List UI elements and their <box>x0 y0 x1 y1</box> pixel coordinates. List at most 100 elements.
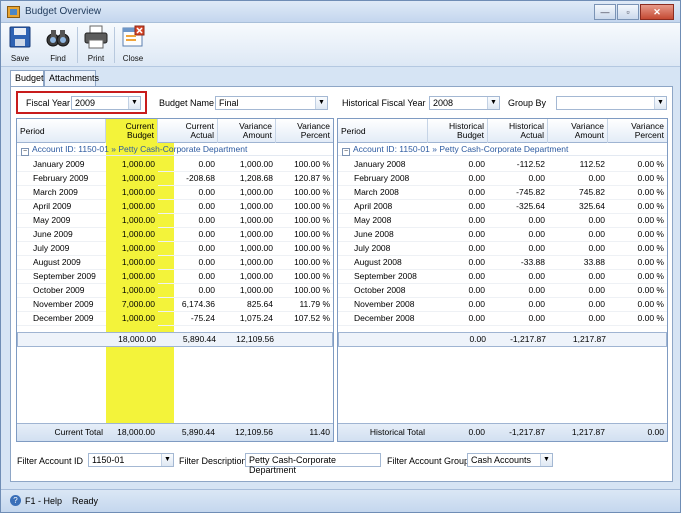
close-button[interactable]: Close <box>118 25 148 65</box>
current-budget-grid[interactable]: Period Current Budget Current Actual Varia… <box>16 118 334 442</box>
actual-cell: -75.24 <box>190 313 215 323</box>
historical-fiscal-year-select[interactable]: 2008 ▼ <box>429 96 500 110</box>
variance-percent-cell: 0.00 % <box>637 201 664 211</box>
budget-cell: 1,000.00 <box>106 158 158 172</box>
subtotal-variance: 12,109.56 <box>236 334 274 344</box>
period-cell: February 2009 <box>33 173 89 183</box>
find-button[interactable]: Find <box>43 25 73 65</box>
chevron-down-icon[interactable]: ▼ <box>540 454 552 466</box>
table-row[interactable]: May 2008 0.00 0.00 0.00 0.00 % <box>338 214 667 228</box>
variance-amount-cell: 0.00 <box>588 173 605 183</box>
subtotal-row: 18,000.00 5,890.44 12,109.56 <box>17 332 333 347</box>
table-row[interactable]: March 2009 1,000.00 0.00 1,000.00 100.00 % <box>17 186 333 200</box>
table-row[interactable]: February 2008 0.00 0.00 0.00 0.00 % <box>338 172 667 186</box>
table-row[interactable]: February 2009 1,000.00 -208.68 1,208.68 120.… <box>17 172 333 186</box>
chevron-down-icon[interactable]: ▼ <box>128 97 140 109</box>
variance-percent-cell: 0.00 % <box>637 215 664 225</box>
toolbar-separator <box>77 27 78 63</box>
maximize-button[interactable]: ▫ <box>617 4 639 20</box>
header-variance-percent[interactable]: Variance Percent <box>608 119 667 143</box>
budget-cell: 1,000.00 <box>106 284 158 298</box>
collapse-icon[interactable]: − <box>21 148 29 156</box>
historical-budget-grid[interactable]: Period Historical Budget Historical Actual… <box>337 118 668 442</box>
header-current-budget[interactable]: Current Budget <box>106 119 158 143</box>
table-row[interactable]: July 2009 1,000.00 0.00 1,000.00 100.00 % <box>17 242 333 256</box>
header-historical-actual-line2: Actual <box>520 130 544 140</box>
budget-cell: 1,000.00 <box>106 256 158 270</box>
table-row[interactable]: November 2008 0.00 0.00 0.00 0.00 % <box>338 298 667 312</box>
table-row[interactable]: January 2008 0.00 -112.52 112.52 0.00 % <box>338 158 667 172</box>
actual-cell: 0.00 <box>198 271 215 281</box>
tab-budget[interactable]: Budget <box>10 70 44 87</box>
budget-overview-window: Budget Overview — ▫ ✕ Save Find Print Cl… <box>0 0 681 513</box>
account-group-row[interactable]: − Account ID: 1150-01 » Petty Cash-Corpor… <box>338 144 667 156</box>
table-row[interactable]: March 2008 0.00 -745.82 745.82 0.00 % <box>338 186 667 200</box>
table-row[interactable]: July 2008 0.00 0.00 0.00 0.00 % <box>338 242 667 256</box>
status-bar: ? F1 - Help Ready <box>1 489 680 512</box>
period-cell: January 2009 <box>33 159 85 169</box>
table-row[interactable]: June 2008 0.00 0.00 0.00 0.00 % <box>338 228 667 242</box>
historical-total-actual: -1,217.87 <box>509 427 545 437</box>
header-period[interactable]: Period <box>338 119 428 143</box>
table-row[interactable]: August 2008 0.00 -33.88 33.88 0.00 % <box>338 256 667 270</box>
table-row[interactable]: April 2009 1,000.00 0.00 1,000.00 100.00 % <box>17 200 333 214</box>
historical-total-percent: 0.00 <box>647 427 664 437</box>
table-row[interactable]: September 2008 0.00 0.00 0.00 0.00 % <box>338 270 667 284</box>
header-period[interactable]: Period <box>17 119 106 143</box>
variance-percent-cell: 0.00 % <box>637 313 664 323</box>
filter-description-input[interactable]: Petty Cash-Corporate Department <box>245 453 381 475</box>
filter-account-id-select[interactable]: 1150-01 ▼ <box>88 453 174 467</box>
period-cell: September 2009 <box>33 271 96 281</box>
budget-cell: 1,000.00 <box>106 186 158 200</box>
table-row[interactable]: January 2009 1,000.00 0.00 1,000.00 100.00 % <box>17 158 333 172</box>
actual-cell: 0.00 <box>528 271 545 281</box>
table-row[interactable]: September 2009 1,000.00 0.00 1,000.00 100.00… <box>17 270 333 284</box>
budget-cell: 7,000.00 <box>106 298 158 312</box>
current-total-percent: 11.40 <box>309 427 330 437</box>
chevron-down-icon[interactable]: ▼ <box>487 97 499 109</box>
save-button[interactable]: Save <box>5 25 35 65</box>
table-row[interactable]: December 2008 0.00 0.00 0.00 0.00 % <box>338 312 667 326</box>
historical-fiscal-year-value: 2008 <box>433 98 454 108</box>
variance-amount-cell: 745.82 <box>579 187 605 197</box>
actual-cell: 0.00 <box>198 215 215 225</box>
header-historical-actual[interactable]: Historical Actual <box>488 119 548 143</box>
table-row[interactable]: October 2009 1,000.00 0.00 1,000.00 100.00 % <box>17 284 333 298</box>
table-row[interactable]: June 2009 1,000.00 0.00 1,000.00 100.00 % <box>17 228 333 242</box>
help-shortcut[interactable]: F1 - Help <box>25 496 62 506</box>
variance-amount-cell: 1,000.00 <box>239 243 273 253</box>
header-current-actual[interactable]: Current Actual <box>158 119 218 143</box>
filter-account-id-value: 1150-01 <box>92 455 125 465</box>
table-row[interactable]: April 2008 0.00 -325.64 325.64 0.00 % <box>338 200 667 214</box>
header-variance-percent[interactable]: Variance Percent <box>276 119 333 143</box>
budget-name-select[interactable]: Final ▼ <box>215 96 328 110</box>
print-button[interactable]: Print <box>81 25 111 65</box>
header-variance-amount[interactable]: Variance Amount <box>548 119 608 143</box>
table-row[interactable]: November 2009 7,000.00 6,174.36 825.64 11.79… <box>17 298 333 312</box>
header-variance-amount[interactable]: Variance Amount <box>218 119 276 143</box>
collapse-icon[interactable]: − <box>342 148 350 156</box>
chevron-down-icon[interactable]: ▼ <box>315 97 327 109</box>
chevron-down-icon[interactable]: ▼ <box>161 454 173 466</box>
period-cell: June 2009 <box>33 229 73 239</box>
group-by-select[interactable]: ▼ <box>556 96 667 110</box>
period-cell: April 2009 <box>33 201 72 211</box>
close-window-button[interactable]: ✕ <box>640 4 674 20</box>
chevron-down-icon[interactable]: ▼ <box>654 97 666 109</box>
filter-account-group-select[interactable]: Cash Accounts ▼ <box>467 453 553 467</box>
minimize-button[interactable]: — <box>594 4 616 20</box>
fiscal-year-label: Fiscal Year <box>26 98 71 108</box>
actual-cell: 0.00 <box>198 243 215 253</box>
table-row[interactable]: August 2009 1,000.00 0.00 1,000.00 100.00 % <box>17 256 333 270</box>
account-group-row[interactable]: − Account ID: 1150-01 » Petty Cash-Corpor… <box>17 144 333 156</box>
table-row[interactable]: October 2008 0.00 0.00 0.00 0.00 % <box>338 284 667 298</box>
variance-amount-cell: 1,000.00 <box>239 159 273 169</box>
table-row[interactable]: December 2009 1,000.00 -75.24 1,075.24 107.5… <box>17 312 333 326</box>
tab-attachments[interactable]: Attachments <box>44 70 99 86</box>
period-cell: July 2009 <box>33 243 70 253</box>
actual-cell: 0.00 <box>198 229 215 239</box>
header-historical-budget[interactable]: Historical Budget <box>428 119 488 143</box>
variance-amount-cell: 1,000.00 <box>239 271 273 281</box>
fiscal-year-select[interactable]: 2009 ▼ <box>71 96 141 110</box>
table-row[interactable]: May 2009 1,000.00 0.00 1,000.00 100.00 % <box>17 214 333 228</box>
